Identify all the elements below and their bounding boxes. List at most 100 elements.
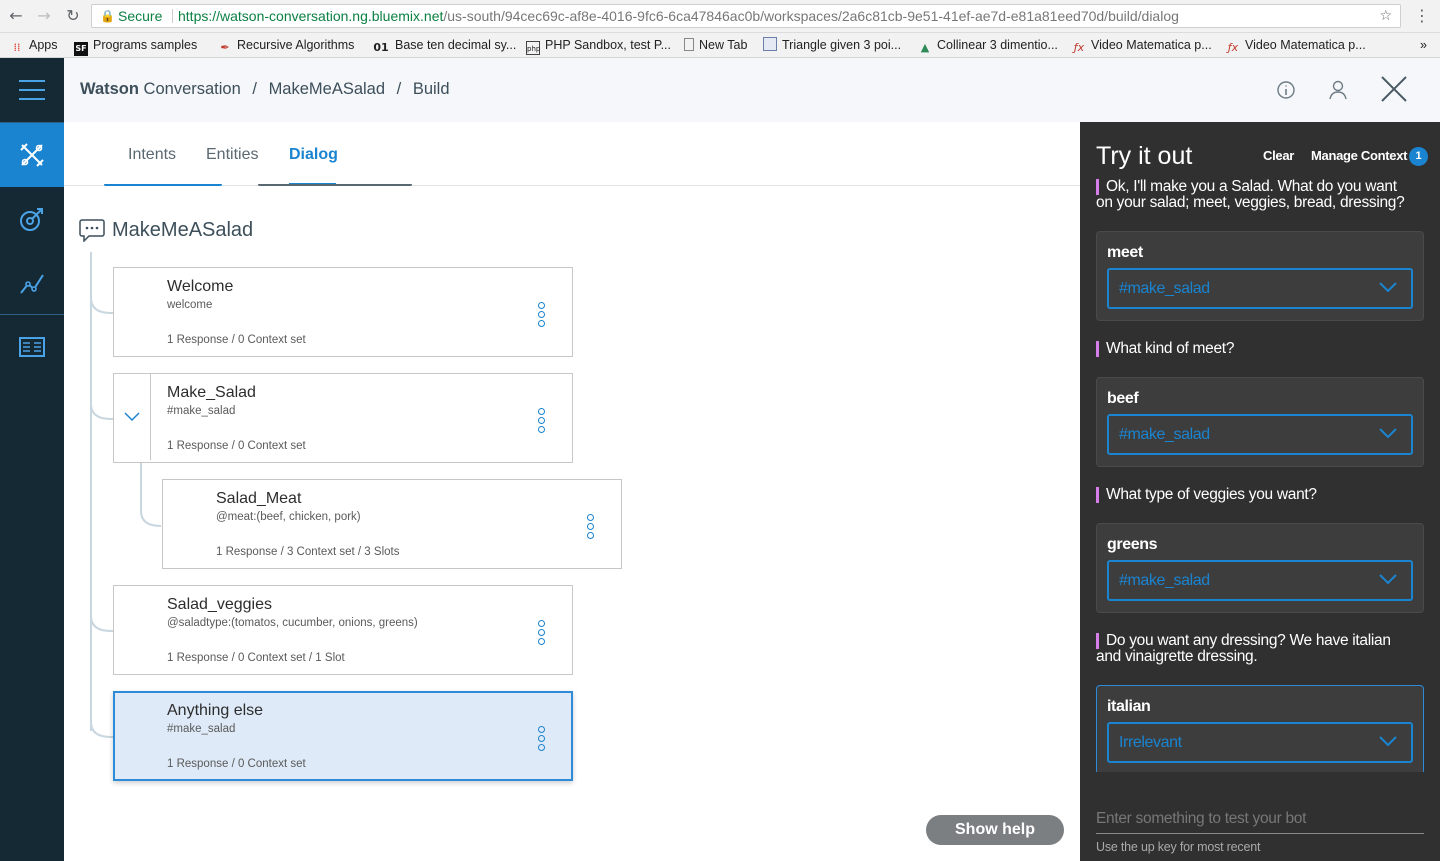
image-icon — [763, 37, 777, 51]
node-condition: #make_salad — [167, 405, 236, 417]
line-chart-icon — [20, 274, 44, 294]
sf-icon: SF — [74, 42, 88, 56]
user-message: italian Irrelevant — [1096, 685, 1424, 775]
test-bot-input[interactable]: Enter something to test your bot — [1096, 810, 1424, 834]
dialog-node-salad-meat[interactable]: Salad_Meat @meat:(beef, chicken, pork) 1… — [162, 479, 622, 569]
reload-icon[interactable]: ↻ — [63, 6, 83, 26]
node-name: Salad_veggies — [167, 596, 272, 613]
bookmark-programs-samples[interactable]: SF Programs samples — [74, 37, 197, 56]
url-text: https://watson-conversation.ng.bluemix.n… — [178, 8, 1179, 24]
01-icon: 01 — [373, 41, 389, 54]
bookmark-collinear[interactable]: ▲ Collinear 3 dimentio... — [918, 37, 1058, 55]
tab-dialog[interactable]: Dialog — [289, 146, 338, 164]
node-options-icon[interactable] — [538, 408, 546, 433]
breadcrumb-page: Build — [412, 80, 450, 98]
bookmark-php-sandbox[interactable]: php PHP Sandbox, test P... — [526, 37, 671, 55]
bookmark-recursive-algorithms[interactable]: ✒ Recursive Algorithms — [218, 37, 354, 55]
info-icon[interactable] — [1274, 78, 1298, 102]
intent-select[interactable]: Irrelevant — [1107, 722, 1413, 763]
dialog-node-salad-veggies[interactable]: Salad_veggies @saladtype:(tomatos, cucum… — [113, 585, 573, 675]
try-it-out-panel: Try it out Clear Manage Context 1 Ok, I'… — [1080, 122, 1440, 861]
rail-analytics-button[interactable] — [0, 251, 64, 315]
dialog-canvas: MakeMeASalad Welcome welcome 1 Response … — [64, 186, 1080, 861]
node-meta: 1 Response / 0 Context set — [167, 440, 306, 452]
node-options-icon[interactable] — [587, 514, 595, 539]
tab-entities[interactable]: Entities — [206, 146, 258, 164]
chevron-down-icon — [1379, 574, 1397, 585]
intent-value: Irrelevant — [1119, 734, 1182, 751]
rail-improve-button[interactable] — [0, 187, 64, 251]
dialog-node-welcome[interactable]: Welcome welcome 1 Response / 0 Context s… — [113, 267, 573, 357]
node-meta: 1 Response / 0 Context set / 1 Slot — [167, 652, 345, 664]
clear-button[interactable]: Clear — [1263, 148, 1294, 163]
user-icon[interactable] — [1326, 78, 1350, 102]
bookmarks-overflow[interactable]: » — [1420, 37, 1427, 53]
dialog-node-make-salad[interactable]: Make_Salad #make_salad 1 Response / 0 Co… — [113, 373, 573, 463]
rail-build-button[interactable] — [0, 123, 64, 187]
intent-select[interactable]: #make_salad — [1107, 414, 1413, 455]
user-message: beef #make_salad — [1096, 377, 1424, 467]
fx-icon: ƒx — [1073, 41, 1085, 54]
forward-arrow-icon[interactable]: → — [34, 6, 54, 26]
panel-title: Try it out — [1096, 142, 1193, 170]
feather-icon: ✒ — [220, 41, 230, 54]
collapse-toggle[interactable] — [114, 374, 151, 460]
triangle-icon: ▲ — [920, 41, 930, 54]
breadcrumb: Watson Conversation / MakeMeASalad / Bui… — [80, 80, 450, 98]
intent-select[interactable]: #make_salad — [1107, 268, 1413, 309]
chevron-down-icon — [1379, 282, 1397, 293]
bookmark-apps[interactable]: ⁞⁞ Apps — [10, 37, 58, 55]
chevron-down-icon — [1379, 736, 1397, 747]
node-condition: welcome — [167, 299, 213, 311]
page-icon — [684, 38, 694, 51]
node-meta: 1 Response / 3 Context set / 3 Slots — [216, 546, 400, 558]
breadcrumb-service[interactable]: Watson Conversation — [80, 80, 241, 98]
intent-select[interactable]: #make_salad — [1107, 560, 1413, 601]
back-arrow-icon[interactable]: ← — [6, 6, 26, 26]
tab-intents[interactable]: Intents — [128, 146, 176, 164]
dialog-node-anything-else[interactable]: Anything else #make_salad 1 Response / 0… — [113, 691, 573, 781]
node-name: Welcome — [167, 278, 234, 295]
apps-grid-icon: ⁞⁞ — [13, 41, 21, 54]
hamburger-menu-button[interactable] — [0, 58, 64, 122]
bookmark-new-tab[interactable]: New Tab — [684, 37, 747, 53]
bookmark-triangle[interactable]: Triangle given 3 poi... — [763, 37, 901, 53]
show-help-button[interactable]: Show help — [926, 815, 1064, 845]
bookmark-star-icon[interactable]: ☆ — [1379, 5, 1392, 27]
user-message: meet #make_salad — [1096, 231, 1424, 321]
bot-message: What type of veggies you want? — [1096, 487, 1317, 503]
input-hint: Use the up key for most recent — [1096, 840, 1261, 854]
address-bar[interactable]: 🔒 Secure https://watson-conversation.ng.… — [91, 4, 1401, 28]
browser-menu-icon[interactable]: ⋮ — [1414, 6, 1430, 25]
node-options-icon[interactable] — [538, 726, 546, 751]
lock-icon: 🔒 — [100, 9, 115, 23]
node-meta: 1 Response / 0 Context set — [167, 334, 306, 346]
user-message-text: greens — [1107, 536, 1158, 553]
fx-icon: ƒx — [1227, 41, 1239, 54]
user-message-text: beef — [1107, 390, 1139, 407]
intent-value: #make_salad — [1119, 426, 1210, 443]
manage-context-button[interactable]: Manage Context — [1311, 148, 1408, 163]
context-count-badge: 1 — [1409, 147, 1428, 166]
node-options-icon[interactable] — [538, 620, 546, 645]
app-header: Watson Conversation / MakeMeASalad / Bui… — [64, 58, 1440, 122]
bookmarks-bar: ⁞⁞ Apps SF Programs samples ✒ Recursive Alg… — [0, 33, 1440, 58]
hamburger-icon — [19, 80, 45, 100]
tools-icon — [20, 143, 44, 167]
intent-value: #make_salad — [1119, 280, 1210, 297]
node-name: Salad_Meat — [216, 490, 302, 507]
bot-message: What kind of meet? — [1096, 341, 1234, 357]
build-tabs: Intents Entities Dialog — [64, 122, 1080, 187]
target-icon — [20, 208, 43, 231]
node-options-icon[interactable] — [538, 302, 546, 327]
breadcrumb-workspace[interactable]: MakeMeASalad — [269, 80, 385, 98]
dashboard-icon — [19, 337, 45, 357]
rail-deploy-button[interactable] — [0, 315, 64, 379]
php-icon: php — [526, 41, 540, 55]
node-condition: #make_salad — [167, 723, 236, 735]
bookmark-video-matematica-2[interactable]: ƒx Video Matematica p... — [1226, 37, 1366, 55]
user-message-text: italian — [1107, 698, 1151, 715]
bookmark-video-matematica-1[interactable]: ƒx Video Matematica p... — [1072, 37, 1212, 55]
close-icon[interactable] — [1380, 75, 1408, 103]
bookmark-base-ten[interactable]: 01 Base ten decimal sy... — [372, 37, 516, 55]
